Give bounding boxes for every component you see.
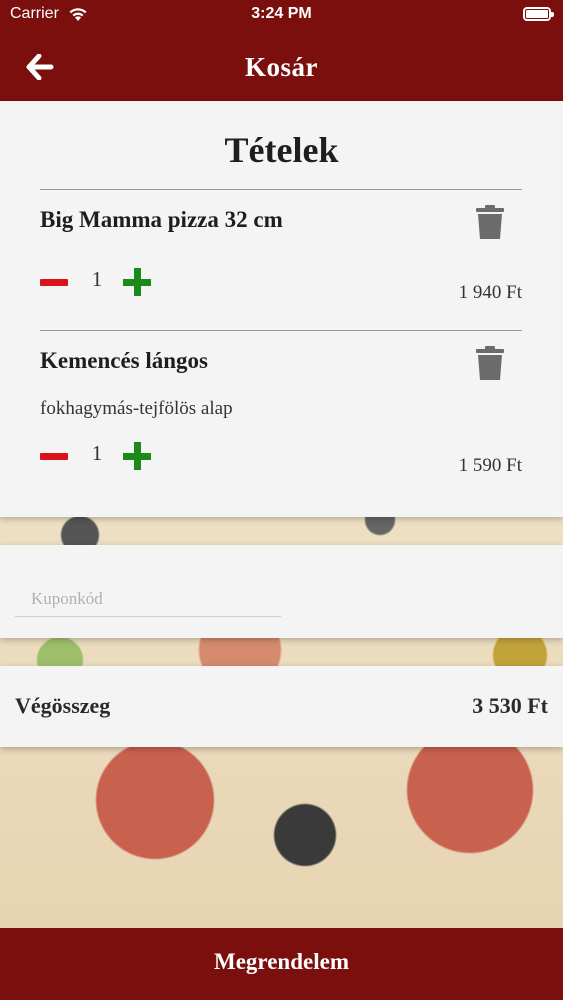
quantity-value: 1 (91, 441, 103, 465)
item-name: Big Mamma pizza 32 cm (40, 207, 283, 232)
item-description: fokhagymás-tejfölös alap (40, 398, 233, 419)
coupon-card (0, 545, 563, 638)
divider (40, 189, 522, 190)
trash-icon[interactable] (476, 346, 504, 380)
increase-button[interactable] (123, 442, 151, 470)
decrease-button[interactable] (40, 279, 68, 286)
total-card: Végösszeg 3 530 Ft (0, 666, 563, 747)
trash-icon[interactable] (476, 205, 504, 239)
item-price: 1 940 Ft (458, 282, 522, 303)
battery-icon (523, 7, 554, 21)
order-button[interactable]: Megrendelem (0, 928, 563, 1000)
total-value: 3 530 Ft (472, 693, 548, 718)
items-card: Tételek Big Mamma pizza 32 cm 1 1 940 Ft… (0, 101, 563, 517)
item-name: Kemencés lángos (40, 348, 209, 373)
quantity-stepper: 1 (40, 441, 160, 471)
quantity-value: 1 (91, 267, 103, 291)
item-price: 1 590 Ft (458, 455, 522, 476)
status-bar: Carrier 3:24 PM (0, 0, 563, 30)
quantity-stepper: 1 (40, 267, 160, 297)
page-title: Kosár (245, 52, 318, 82)
section-title: Tételek (224, 130, 339, 170)
header-bar: Carrier 3:24 PM Kosár (0, 0, 563, 101)
total-label: Végösszeg (15, 693, 111, 718)
coupon-input[interactable] (15, 581, 281, 617)
decrease-button[interactable] (40, 453, 68, 460)
divider (40, 330, 522, 331)
increase-button[interactable] (123, 268, 151, 296)
status-time: 3:24 PM (251, 5, 312, 22)
